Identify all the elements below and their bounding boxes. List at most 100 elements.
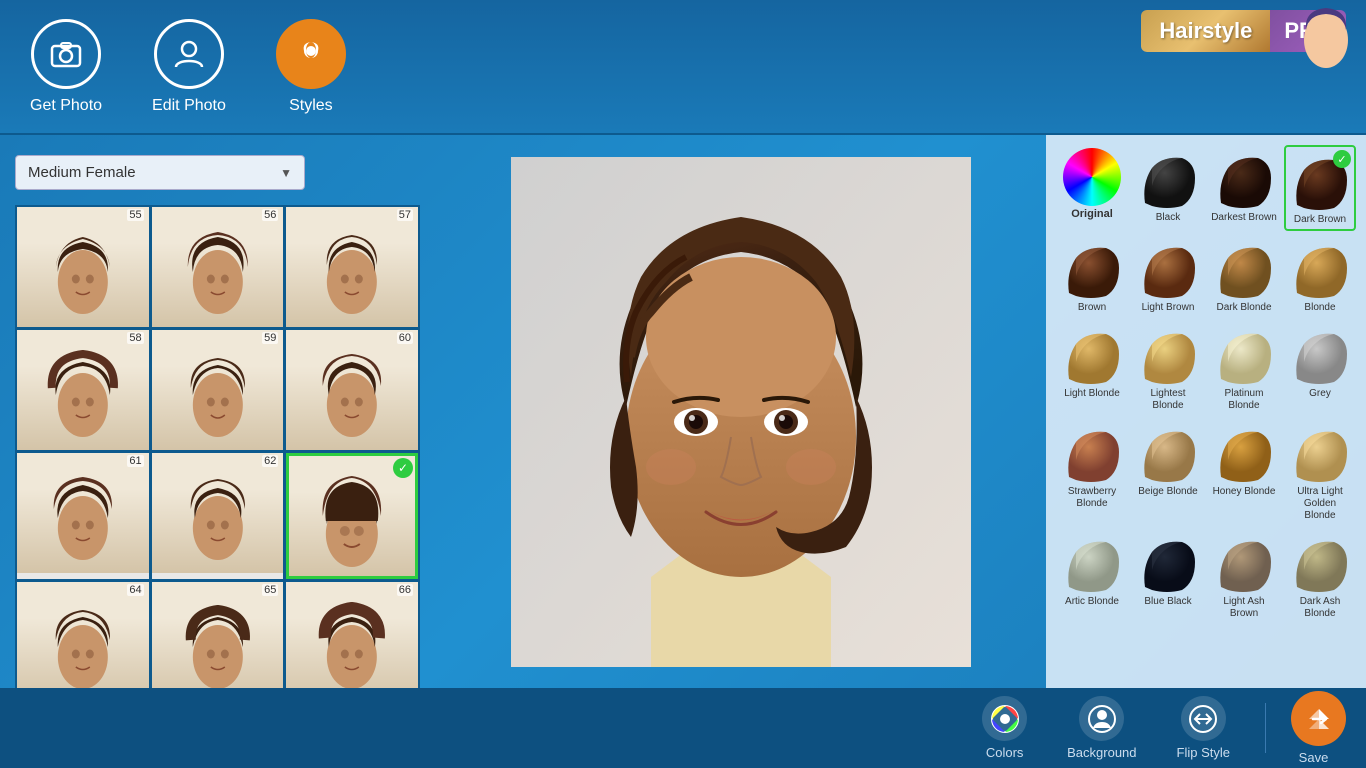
color-panel: Original Black Darkest Brown (1046, 135, 1366, 688)
color-swatch-honey-blonde[interactable]: Honey Blonde (1208, 419, 1280, 525)
preview-panel (435, 135, 1046, 688)
color-label-platinum-blonde: Platinum Blonde (1211, 388, 1277, 412)
get-photo-label: Get Photo (30, 97, 102, 115)
app-logo: Hairstyle PRO (1141, 10, 1346, 52)
color-swatch-black[interactable]: Black (1132, 145, 1204, 231)
swatch-hair-dark-brown (1289, 150, 1351, 212)
color-swatch-ultra-light-golden-blonde[interactable]: Ultra Light Golden Blonde (1284, 419, 1356, 525)
style-item-59[interactable]: 59 (152, 330, 284, 450)
style-item-62[interactable]: 62 (152, 453, 284, 579)
style-item-55[interactable]: 55 (17, 207, 149, 327)
main-face-preview (511, 157, 971, 667)
background-button[interactable]: Background (1047, 688, 1156, 768)
colors-button[interactable]: Colors (962, 688, 1047, 768)
color-swatch-dark-blonde[interactable]: Dark Blonde (1208, 235, 1280, 317)
style-item-56[interactable]: 56 (152, 207, 284, 327)
color-label-artic-blonde: Artic Blonde (1065, 596, 1119, 608)
color-label-grey: Grey (1309, 388, 1331, 400)
edit-photo-label: Edit Photo (152, 97, 226, 115)
color-swatch-dark-ash-blonde[interactable]: Dark Ash Blonde (1284, 529, 1356, 623)
style-item-66[interactable]: 66 (286, 582, 418, 688)
color-label-dark-blonde: Dark Blonde (1216, 302, 1271, 314)
flip-style-button[interactable]: Flip Style (1157, 688, 1250, 768)
style-item-57[interactable]: 57 (286, 207, 418, 327)
swatch-hair-platinum-blonde (1213, 324, 1275, 386)
color-label-dark-brown: Dark Brown (1294, 214, 1346, 226)
color-swatch-grey[interactable]: Grey (1284, 321, 1356, 415)
hair-icon (276, 19, 346, 89)
color-swatch-beige-blonde[interactable]: Beige Blonde (1132, 419, 1204, 525)
style-face-64 (17, 582, 149, 688)
color-label-ultra-light-golden-blonde: Ultra Light Golden Blonde (1287, 486, 1353, 522)
swatch-hair-blue-black (1137, 532, 1199, 594)
dropdown-button[interactable]: Medium Female ▼ (15, 155, 305, 190)
nav-get-photo[interactable]: Get Photo (30, 19, 102, 115)
styles-panel: Medium Female ▼ 55 (0, 135, 435, 688)
color-label-beige-blonde: Beige Blonde (1138, 486, 1198, 498)
save-icon (1305, 705, 1333, 733)
color-label-honey-blonde: Honey Blonde (1213, 486, 1276, 498)
styles-label: Styles (289, 97, 333, 115)
colors-label: Colors (986, 745, 1024, 760)
swatch-hair-grey (1289, 324, 1351, 386)
chevron-down-icon: ▼ (280, 166, 292, 180)
color-swatch-light-blonde[interactable]: Light Blonde (1056, 321, 1128, 415)
color-swatch-strawberry-blonde[interactable]: Strawberry Blonde (1056, 419, 1128, 525)
color-swatch-darkest-brown[interactable]: Darkest Brown (1208, 145, 1280, 231)
color-label-blue-black: Blue Black (1144, 596, 1191, 608)
color-label-strawberry-blonde: Strawberry Blonde (1059, 486, 1125, 510)
color-label-light-blonde: Light Blonde (1064, 388, 1120, 400)
color-swatch-light-ash-brown[interactable]: Light Ash Brown (1208, 529, 1280, 623)
swatch-hair-ultra-light-golden-blonde (1289, 422, 1351, 484)
color-swatch-lightest-blonde[interactable]: Lightest Blonde (1132, 321, 1204, 415)
style-item-61[interactable]: 61 (17, 453, 149, 579)
nav-bar: Get Photo Edit Photo Styles (30, 19, 346, 115)
style-face-60 (286, 330, 418, 450)
save-button-wrap[interactable]: Save (1281, 691, 1346, 765)
color-swatch-blue-black[interactable]: Blue Black (1132, 529, 1204, 623)
preview-image (511, 157, 971, 667)
color-label-reset: Original (1071, 208, 1113, 221)
person-icon (154, 19, 224, 89)
swatch-hair-blonde (1289, 238, 1351, 300)
style-item-63[interactable] (286, 453, 418, 579)
save-button[interactable] (1291, 691, 1346, 746)
swatch-hair-beige-blonde (1137, 422, 1199, 484)
color-swatch-brown[interactable]: Brown (1056, 235, 1128, 317)
color-label-light-ash-brown: Light Ash Brown (1211, 596, 1277, 620)
style-item-60[interactable]: 60 (286, 330, 418, 450)
color-label-light-brown: Light Brown (1142, 302, 1195, 314)
swatch-hair-brown (1061, 238, 1123, 300)
style-dropdown[interactable]: Medium Female ▼ (15, 155, 420, 190)
reset-icon (1063, 148, 1121, 206)
nav-styles[interactable]: Styles (276, 19, 346, 115)
color-swatch-artic-blonde[interactable]: Artic Blonde (1056, 529, 1128, 623)
color-label-lightest-blonde: Lightest Blonde (1135, 388, 1201, 412)
toolbar-divider (1265, 703, 1266, 753)
color-swatch-blonde[interactable]: Blonde (1284, 235, 1356, 317)
background-label: Background (1067, 745, 1136, 760)
background-icon (1079, 696, 1124, 741)
bottom-toolbar: Colors Background Flip Style (0, 688, 1366, 768)
color-swatch-platinum-blonde[interactable]: Platinum Blonde (1208, 321, 1280, 415)
logo-illustration (1296, 0, 1356, 110)
style-item-64[interactable]: 64 (17, 582, 149, 688)
style-face-55 (17, 207, 149, 327)
style-face-66 (286, 582, 418, 688)
swatch-hair-light-blonde (1061, 324, 1123, 386)
app-header: Get Photo Edit Photo Styles (0, 0, 1366, 135)
dropdown-label: Medium Female (28, 164, 136, 181)
color-swatch-reset[interactable]: Original (1056, 145, 1128, 231)
style-item-58[interactable]: 58 (17, 330, 149, 450)
color-swatch-dark-brown[interactable]: Dark Brown (1284, 145, 1356, 231)
style-face-61 (17, 453, 149, 573)
color-swatch-light-brown[interactable]: Light Brown (1132, 235, 1204, 317)
nav-edit-photo[interactable]: Edit Photo (152, 19, 226, 115)
style-face-57 (286, 207, 418, 327)
logo-text: Hairstyle (1141, 10, 1270, 52)
style-face-58 (17, 330, 149, 450)
swatch-hair-lightest-blonde (1137, 324, 1199, 386)
swatch-hair-darkest-brown (1213, 148, 1275, 210)
style-item-65[interactable]: 65 (152, 582, 284, 688)
style-face-62 (152, 453, 284, 573)
